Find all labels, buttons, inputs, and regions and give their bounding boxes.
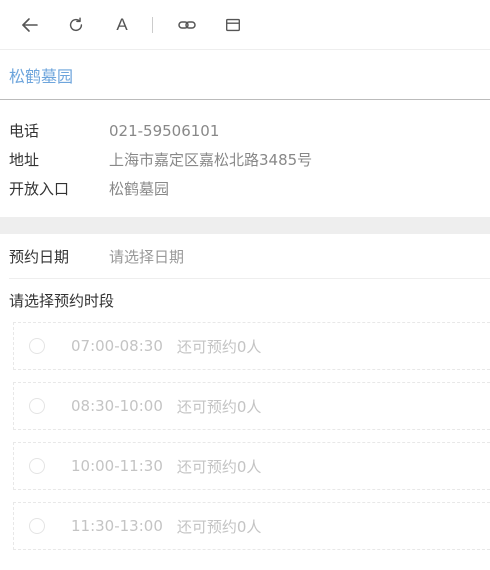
address-label: 地址 [9, 151, 40, 169]
entrance-value: 松鹤墓园 [109, 180, 170, 198]
slot-section-title: 请选择预约时段 [9, 292, 115, 310]
window-icon[interactable] [221, 13, 245, 37]
font-size-icon[interactable]: A [110, 13, 134, 37]
slot-list: 07:00-08:30 还可预约0人 08:30-10:00 还可预约0人 10… [0, 322, 490, 550]
place-info: 电话 021-59506101 地址 上海市嘉定区嘉松北路3485号 开放入口 … [0, 100, 490, 217]
info-row-address: 地址 上海市嘉定区嘉松北路3485号 [9, 145, 490, 174]
address-value: 上海市嘉定区嘉松北路3485号 [109, 151, 313, 169]
page-title: 松鹤墓园 [9, 66, 74, 86]
slot-remaining: 还可预约0人 [176, 457, 262, 476]
radio-icon[interactable] [29, 458, 45, 474]
slot-option[interactable]: 11:30-13:00 还可预约0人 [13, 502, 490, 550]
phone-label: 电话 [9, 122, 40, 140]
date-label: 预约日期 [9, 247, 70, 266]
toolbar-divider [152, 16, 153, 33]
refresh-icon[interactable] [64, 13, 88, 37]
radio-icon[interactable] [29, 518, 45, 534]
link-icon[interactable] [175, 13, 199, 37]
phone-value[interactable]: 021-59506101 [109, 122, 219, 140]
back-arrow-icon[interactable] [18, 13, 42, 37]
info-row-entrance: 开放入口 松鹤墓园 [9, 174, 490, 203]
entrance-label: 开放入口 [9, 180, 70, 198]
slot-remaining: 还可预约0人 [176, 397, 262, 416]
radio-icon[interactable] [29, 398, 45, 414]
slot-time: 11:30-13:00 [71, 517, 163, 535]
slot-option[interactable]: 07:00-08:30 还可预约0人 [13, 322, 490, 370]
slot-remaining: 还可预约0人 [176, 337, 262, 356]
radio-icon[interactable] [29, 338, 45, 354]
slot-option[interactable]: 10:00-11:30 还可预约0人 [13, 442, 490, 490]
section-divider [0, 217, 490, 234]
info-row-phone: 电话 021-59506101 [9, 116, 490, 145]
slot-time: 07:00-08:30 [71, 337, 163, 355]
date-input[interactable]: 请选择日期 [109, 246, 184, 267]
slot-time: 08:30-10:00 [71, 397, 163, 415]
slot-time: 10:00-11:30 [71, 457, 163, 475]
page-header: 松鹤墓园 [0, 50, 490, 100]
date-picker-row[interactable]: 预约日期 请选择日期 [9, 234, 490, 279]
browser-toolbar: A [0, 0, 490, 50]
slot-remaining: 还可预约0人 [176, 517, 262, 536]
slot-option[interactable]: 08:30-10:00 还可预约0人 [13, 382, 490, 430]
